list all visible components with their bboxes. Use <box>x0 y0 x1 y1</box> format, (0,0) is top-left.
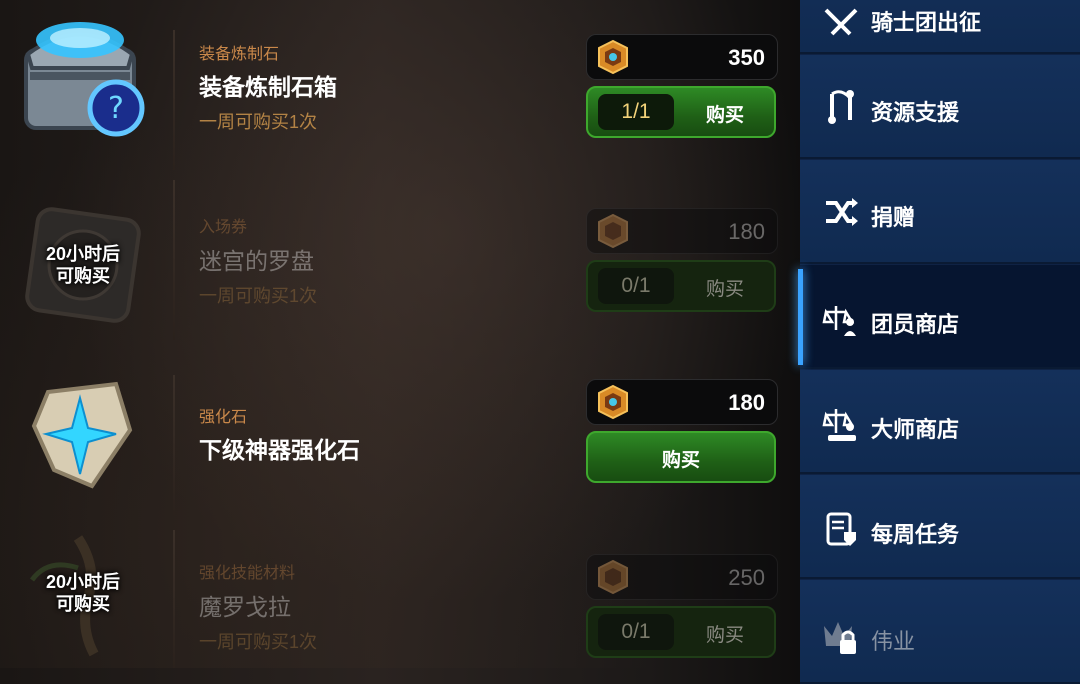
guild-coin-icon <box>598 213 628 249</box>
item-category: 入场券 <box>199 219 248 236</box>
sidebar-item-label: 大师商店 <box>871 417 960 442</box>
sidebar-item-resource-support[interactable]: 资源支援 <box>800 55 1080 159</box>
chest-icon: ? <box>24 22 145 137</box>
lock-status: 可购买 <box>56 266 110 286</box>
shop-item-4: 20小时后 可购买 强化技能材料 魔罗戈拉 一周可购买1次 250 0/1 购买 <box>0 520 790 668</box>
buy-label: 购买 <box>705 625 744 646</box>
price: 180 <box>728 390 765 415</box>
shuffle-icon <box>826 198 858 226</box>
guild-coin-icon <box>598 384 628 420</box>
member-shop-icon <box>822 306 856 336</box>
shop-item-2: 20小时后 可购买 入场券 迷宫的罗盘 一周可购买1次 180 0/1 购买 <box>0 170 790 340</box>
buy-label: 购买 <box>705 105 744 126</box>
item-name: 魔罗戈拉 <box>199 594 291 620</box>
buy-button[interactable]: 购买 <box>586 431 776 483</box>
divider <box>173 375 175 515</box>
sidebar-item-label: 骑士团出征 <box>871 10 982 35</box>
lock-overlay: 20小时后 可购买 <box>18 528 148 658</box>
price-box: 350 <box>586 34 778 80</box>
buy-label: 购买 <box>705 279 744 300</box>
item-category: 强化石 <box>199 409 248 426</box>
buy-label: 购买 <box>661 450 700 471</box>
sidebar-item-label: 捐赠 <box>871 205 916 230</box>
sidebar-item-achievement[interactable]: 伟业 <box>800 580 1080 684</box>
purchase-limit: 一周可购买1次 <box>199 632 318 652</box>
purchase-count: 0/1 <box>598 614 674 650</box>
shop-item-1: ? 装备炼制石 装备炼制石箱 一周可购买1次 350 1/1 购买 <box>0 0 790 170</box>
sidebar-item-master-shop[interactable]: 大师商店 <box>800 370 1080 474</box>
sidebar-item-member-shop[interactable]: 团员商店 <box>798 265 1080 369</box>
master-shop-icon <box>822 409 856 441</box>
crown-lock-icon <box>824 622 856 654</box>
sidebar-item-label: 资源支援 <box>871 100 960 125</box>
divider <box>173 530 175 668</box>
divider <box>173 180 175 340</box>
item-category: 强化技能材料 <box>199 565 296 582</box>
buy-button[interactable]: 0/1 购买 <box>586 606 776 658</box>
item-name: 下级神器强化石 <box>199 437 360 463</box>
price-box: 180 <box>586 208 778 254</box>
lock-status: 可购买 <box>56 594 110 614</box>
svg-text:?: ? <box>108 91 124 126</box>
price: 180 <box>728 219 765 244</box>
buy-button[interactable]: 0/1 购买 <box>586 260 776 312</box>
swords-icon <box>824 8 858 36</box>
guild-coin-icon <box>598 559 628 595</box>
item-category: 装备炼制石 <box>199 46 280 63</box>
sidebar-item-label: 每周任务 <box>871 522 960 547</box>
enhancement-stone-icon <box>31 381 133 489</box>
sidebar-item-label: 团员商店 <box>871 312 960 337</box>
scroll-icon <box>826 512 856 546</box>
sidebar-item-label: 伟业 <box>871 629 916 654</box>
purchase-limit: 一周可购买1次 <box>199 112 318 132</box>
price-box: 180 <box>586 379 778 425</box>
lock-time: 20小时后 <box>45 244 121 264</box>
purchase-limit: 一周可购买1次 <box>199 286 318 306</box>
sidebar-item-expedition[interactable]: 骑士团出征 <box>800 0 1080 54</box>
item-name: 装备炼制石箱 <box>199 74 337 100</box>
sidebar-item-weekly-quest[interactable]: 每周任务 <box>800 475 1080 579</box>
price-box: 250 <box>586 554 778 600</box>
price: 350 <box>728 45 765 70</box>
purchase-count: 0/1 <box>598 268 674 304</box>
transfer-icon <box>828 90 854 124</box>
divider <box>173 30 175 170</box>
lock-time: 20小时后 <box>45 572 121 592</box>
lock-overlay: 20小时后 可购买 <box>18 200 148 330</box>
purchase-count: 1/1 <box>598 94 674 130</box>
price: 250 <box>728 565 765 590</box>
sidebar-item-donate[interactable]: 捐赠 <box>800 160 1080 264</box>
item-name: 迷宫的罗盘 <box>199 248 314 274</box>
buy-button[interactable]: 1/1 购买 <box>586 86 776 138</box>
guild-coin-icon <box>598 39 628 75</box>
shop-item-3: 强化石 下级神器强化石 180 购买 <box>0 345 790 515</box>
guild-sidebar: 骑士团出征 资源支援 捐赠 团员商店 大师商店 每周任务 伟业 <box>798 0 1080 684</box>
